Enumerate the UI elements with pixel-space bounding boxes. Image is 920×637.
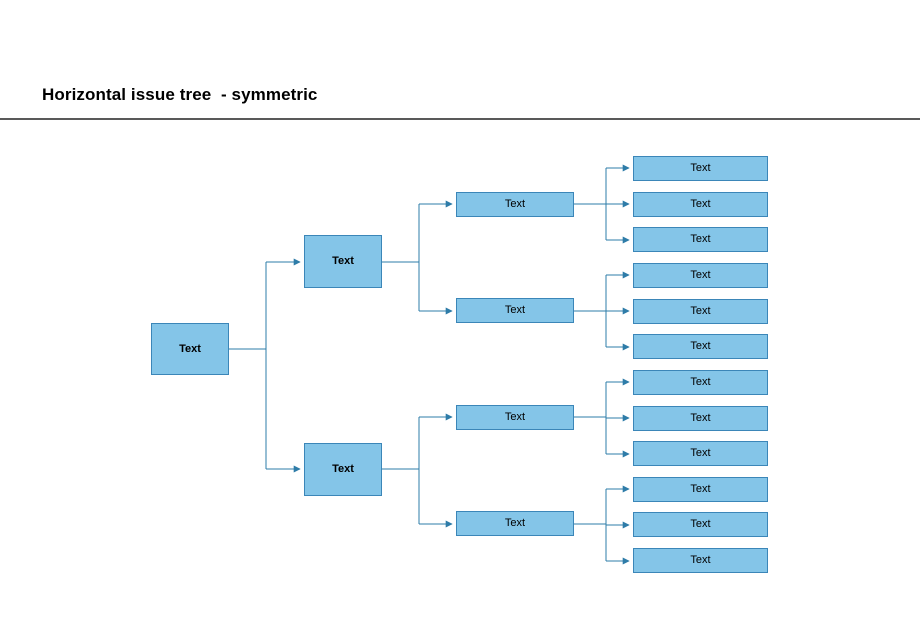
tree-node-leaf-11[interactable]: Text — [633, 512, 768, 537]
tree-node-leaf-5[interactable]: Text — [633, 299, 768, 324]
tree-node-label: Text — [690, 376, 711, 388]
tree-node-label: Text — [332, 463, 354, 475]
tree-node-label: Text — [332, 255, 354, 267]
tree-node-label: Text — [504, 304, 526, 316]
tree-node-leaf-12[interactable]: Text — [633, 548, 768, 573]
tree-node-label: Text — [690, 233, 711, 245]
tree-node-leaf-1[interactable]: Text — [633, 156, 768, 181]
tree-node-label: Text — [690, 554, 711, 566]
tree-node-level3-4[interactable]: Text — [456, 511, 574, 536]
slide-canvas: Horizontal issue tree - symmetric Text T… — [0, 0, 920, 637]
tree-node-leaf-3[interactable]: Text — [633, 227, 768, 252]
tree-node-label: Text — [690, 447, 711, 459]
tree-node-leaf-8[interactable]: Text — [633, 406, 768, 431]
tree-node-leaf-7[interactable]: Text — [633, 370, 768, 395]
tree-node-label: Text — [690, 269, 711, 281]
tree-node-label: Text — [690, 340, 711, 352]
tree-node-label: Text — [690, 518, 711, 530]
tree-node-root[interactable]: Text — [151, 323, 229, 375]
tree-node-leaf-2[interactable]: Text — [633, 192, 768, 217]
tree-node-label: Text — [690, 412, 711, 424]
tree-node-level3-3[interactable]: Text — [456, 405, 574, 430]
tree-node-label: Text — [690, 305, 711, 317]
tree-node-level3-2[interactable]: Text — [456, 298, 574, 323]
tree-node-leaf-10[interactable]: Text — [633, 477, 768, 502]
tree-node-leaf-6[interactable]: Text — [633, 334, 768, 359]
tree-node-label: Text — [690, 483, 711, 495]
tree-node-leaf-9[interactable]: Text — [633, 441, 768, 466]
tree-node-label: Text — [504, 411, 526, 423]
tree-node-level2-2[interactable]: Text — [304, 443, 382, 496]
tree-node-label: Text — [690, 198, 711, 210]
tree-node-leaf-4[interactable]: Text — [633, 263, 768, 288]
tree-node-label: Text — [504, 517, 526, 529]
tree-node-label: Text — [179, 342, 201, 355]
tree-node-level2-1[interactable]: Text — [304, 235, 382, 288]
tree-node-label: Text — [504, 198, 526, 210]
tree-node-level3-1[interactable]: Text — [456, 192, 574, 217]
tree-node-label: Text — [690, 162, 711, 174]
